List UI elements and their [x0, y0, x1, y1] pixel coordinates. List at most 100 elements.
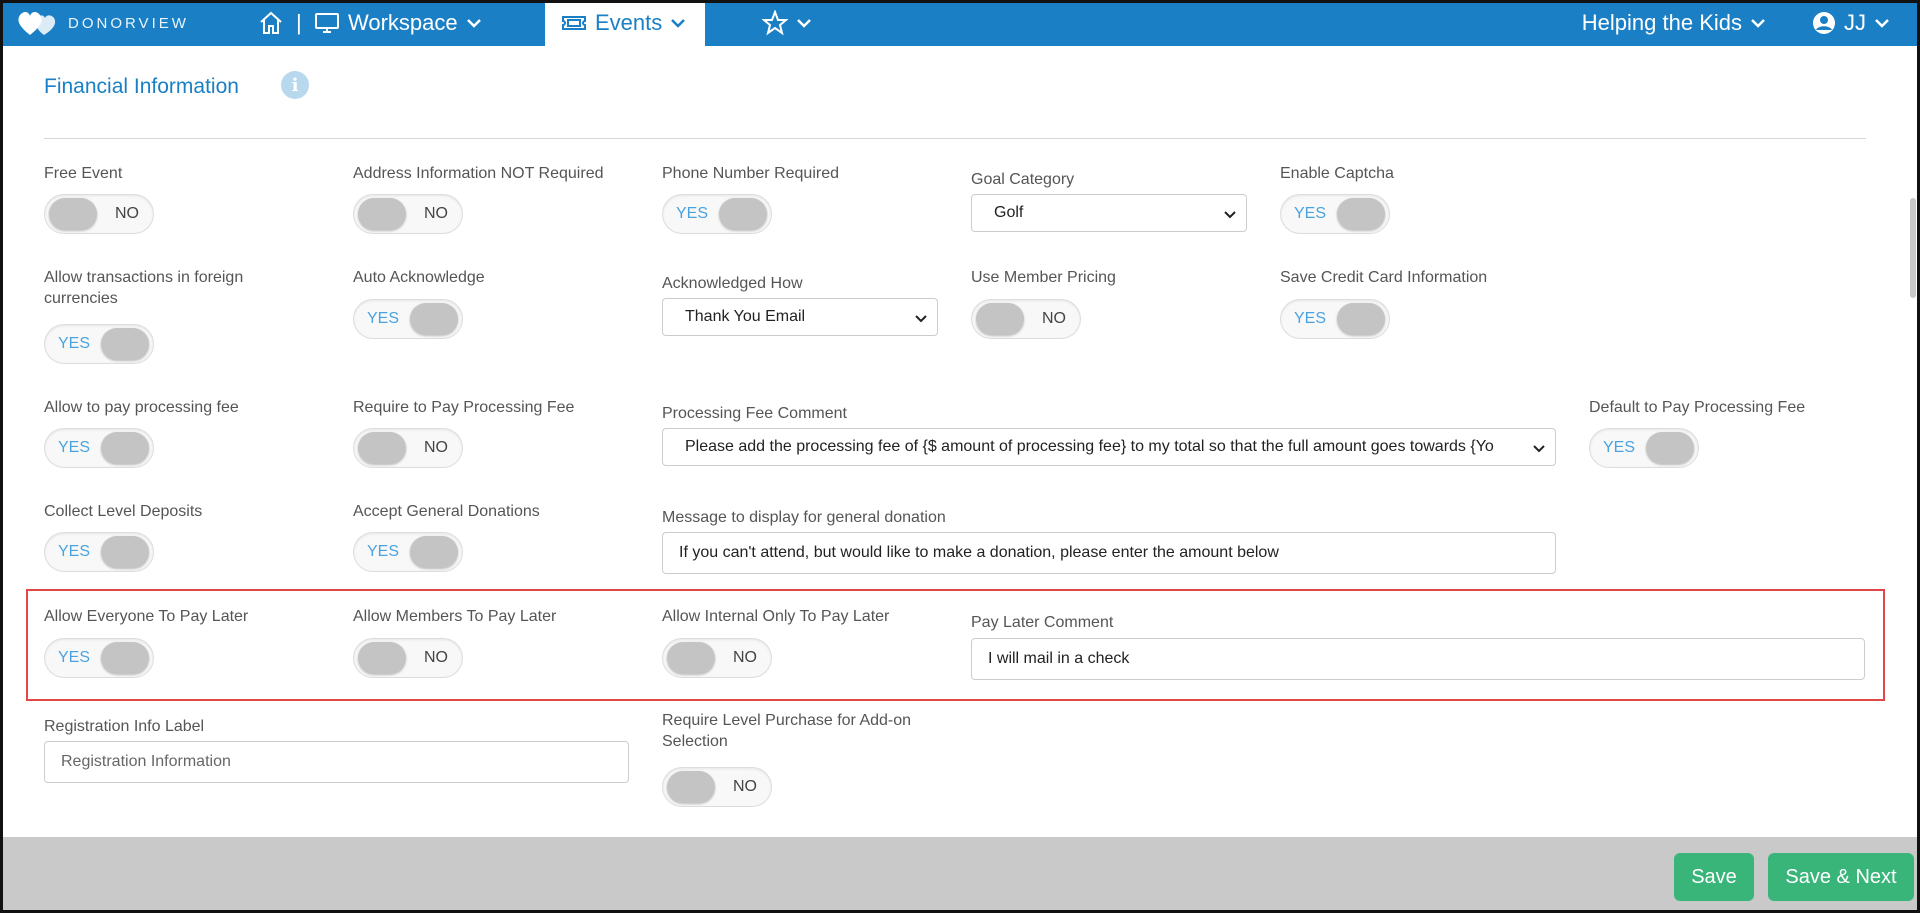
donorview-logo[interactable]: DONORVIEW: [16, 8, 189, 38]
favorites-menu[interactable]: [762, 0, 812, 46]
toggle-knob: [410, 536, 458, 568]
logo-text: DONORVIEW: [68, 14, 189, 32]
general-donation-message-label: Message to display for general donation: [662, 509, 946, 526]
toggle-state: YES: [676, 205, 709, 222]
allow-processing-fee-label: Allow to pay processing fee: [44, 399, 239, 416]
everyone-pay-later-label: Allow Everyone To Pay Later: [44, 608, 249, 625]
toggle-state: NO: [115, 205, 139, 222]
auto-acknowledge-label: Auto Acknowledge: [353, 269, 485, 286]
foreign-currencies-toggle[interactable]: YES: [44, 324, 154, 364]
toggle-knob: [719, 198, 767, 230]
organization-label: Helping the Kids: [1581, 10, 1742, 35]
chevron-down-icon: [671, 19, 686, 28]
scrollbar-thumb[interactable]: [1910, 198, 1916, 298]
general-donation-message-input[interactable]: If you can't attend, but would like to m…: [662, 532, 1556, 574]
phone-required-toggle[interactable]: YES: [662, 194, 772, 234]
chevron-down-icon: [1531, 440, 1547, 456]
collect-level-deposits-label: Collect Level Deposits: [44, 503, 203, 520]
goal-category-select[interactable]: Golf: [971, 194, 1247, 232]
toggle-knob: [101, 536, 149, 568]
toggle-state: YES: [1294, 205, 1327, 222]
toggle-knob: [1646, 432, 1694, 464]
foreign-currencies-label-line2: currencies: [44, 290, 118, 307]
chevron-down-icon: [1751, 19, 1765, 28]
toggle-knob: [1337, 303, 1385, 335]
free-event-label: Free Event: [44, 165, 123, 182]
toggle-knob: [358, 198, 406, 230]
free-event-toggle[interactable]: NO: [44, 194, 154, 234]
acknowledged-how-value: Thank You Email: [685, 308, 806, 325]
toggle-knob: [976, 303, 1024, 335]
user-avatar-icon: [1813, 12, 1835, 34]
toggle-knob: [410, 303, 458, 335]
default-processing-fee-label: Default to Pay Processing Fee: [1589, 399, 1806, 416]
toggle-knob: [667, 642, 715, 674]
require-processing-fee-toggle[interactable]: NO: [353, 428, 463, 468]
member-pricing-toggle[interactable]: NO: [971, 299, 1081, 339]
toggle-state: YES: [58, 649, 91, 666]
save-button[interactable]: Save: [1674, 853, 1754, 901]
address-not-required-label: Address Information NOT Required: [353, 165, 604, 182]
user-initials: JJ: [1844, 10, 1866, 35]
auto-acknowledge-toggle[interactable]: YES: [353, 299, 463, 339]
acknowledged-how-label: Acknowledged How: [662, 275, 803, 292]
default-processing-fee-toggle[interactable]: YES: [1589, 428, 1699, 468]
user-menu[interactable]: JJ: [1812, 0, 1890, 46]
everyone-pay-later-toggle[interactable]: YES: [44, 638, 154, 678]
section-title: Financial Information: [44, 75, 239, 98]
toggle-knob: [1337, 198, 1385, 230]
pay-later-comment-label: Pay Later Comment: [971, 614, 1114, 631]
toggle-knob: [101, 432, 149, 464]
home-button[interactable]: [258, 0, 284, 46]
hearts-logo-icon: [18, 12, 56, 36]
toggle-state: YES: [1294, 310, 1327, 327]
toggle-state: NO: [424, 205, 448, 222]
save-credit-card-toggle[interactable]: YES: [1280, 299, 1390, 339]
toggle-state: NO: [733, 649, 757, 666]
toggle-state: NO: [733, 778, 757, 795]
acknowledged-how-select[interactable]: Thank You Email: [662, 298, 938, 336]
top-nav-bar: DONORVIEW | Workspace Events Helping the…: [0, 0, 1920, 46]
toggle-state: YES: [58, 543, 91, 560]
processing-fee-comment-label: Processing Fee Comment: [662, 405, 847, 422]
save-next-button[interactable]: Save & Next: [1768, 853, 1914, 901]
info-icon[interactable]: i: [281, 71, 309, 99]
collect-level-deposits-toggle[interactable]: YES: [44, 532, 154, 572]
require-level-purchase-toggle[interactable]: NO: [662, 767, 772, 807]
registration-info-label-input[interactable]: Registration Information: [44, 741, 629, 783]
organization-menu[interactable]: Helping the Kids: [1582, 0, 1766, 46]
toggle-knob: [667, 771, 715, 803]
processing-fee-comment-select[interactable]: Please add the processing fee of {$ amou…: [662, 428, 1556, 466]
members-pay-later-toggle[interactable]: NO: [353, 638, 463, 678]
require-level-purchase-label: Require Level Purchase for Add-on Select…: [662, 711, 911, 751]
accept-general-donations-label: Accept General Donations: [353, 503, 540, 520]
allow-processing-fee-toggle[interactable]: YES: [44, 428, 154, 468]
internal-pay-later-label: Allow Internal Only To Pay Later: [662, 608, 890, 625]
foreign-currencies-label-line1: Allow transactions in foreign: [44, 269, 244, 286]
require-processing-fee-label: Require to Pay Processing Fee: [353, 399, 575, 416]
processing-fee-comment-value: Please add the processing fee of {$ amou…: [685, 438, 1494, 455]
toggle-state: YES: [367, 310, 400, 327]
accept-general-donations-toggle[interactable]: YES: [353, 532, 463, 572]
foreign-currencies-label: Allow transactions in foreign currencies: [44, 268, 243, 308]
toggle-knob: [358, 642, 406, 674]
chevron-down-icon: [466, 19, 481, 28]
tab-events[interactable]: Events: [545, 0, 705, 46]
registration-info-label-label: Registration Info Label: [44, 718, 205, 735]
toggle-state: NO: [424, 649, 448, 666]
toggle-state: YES: [367, 543, 400, 560]
toggle-state: YES: [58, 439, 91, 456]
pay-later-comment-input[interactable]: I will mail in a check: [971, 638, 1865, 680]
ticket-icon: [562, 16, 586, 30]
address-not-required-toggle[interactable]: NO: [353, 194, 463, 234]
nav-separator: |: [296, 10, 302, 35]
enable-captcha-toggle[interactable]: YES: [1280, 194, 1390, 234]
workspace-menu[interactable]: Workspace: [314, 0, 482, 46]
internal-pay-later-toggle[interactable]: NO: [662, 638, 772, 678]
toggle-knob: [358, 432, 406, 464]
events-label: Events: [595, 10, 663, 35]
toggle-state: NO: [1042, 310, 1066, 327]
chevron-down-icon: [1875, 19, 1889, 28]
chevron-down-icon: [1222, 206, 1238, 222]
require-level-purchase-label-line2: Selection: [662, 733, 728, 750]
